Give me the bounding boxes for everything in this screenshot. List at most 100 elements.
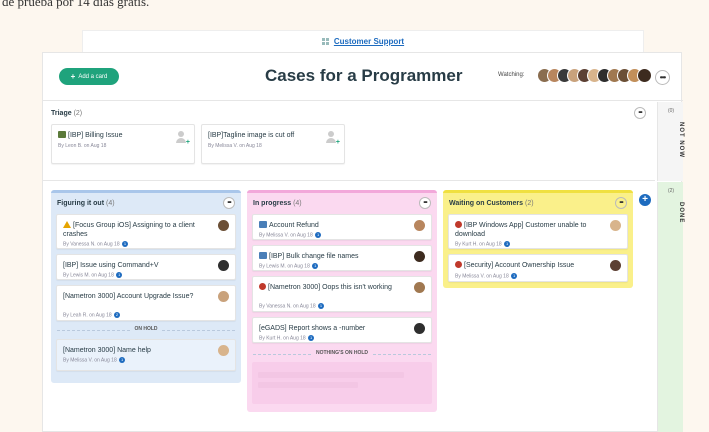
notification-badge: 1 (511, 273, 518, 279)
person-add-icon[interactable]: + (176, 131, 190, 146)
ticket-icon (259, 221, 267, 228)
triage-card[interactable]: [IBP]Tagline image is cut off By Melissa… (201, 124, 345, 164)
card-title: [Nametron 3000] Name help (63, 347, 151, 354)
card-meta: By Lewis M. on Aug 18 1 (259, 263, 319, 270)
avatar (218, 345, 229, 356)
notification-badge: 1 (318, 303, 325, 309)
column-count: (0) (667, 108, 675, 114)
on-hold-divider: ON HOLD (57, 326, 235, 334)
column-title: In progress (4) (253, 200, 302, 207)
column-count: (2) (667, 188, 675, 194)
avatar (414, 282, 425, 293)
on-hold-divider: NOTHING'S ON HOLD (253, 350, 431, 358)
person-add-icon[interactable]: + (326, 131, 340, 146)
triage-more-icon[interactable]: ••• (634, 107, 646, 119)
notification-badge: 2 (114, 312, 121, 318)
triage-section: Triage (2) ••• [IBP] Billing Issue By Le… (43, 102, 655, 181)
column-not-now[interactable]: (0) NOT NOW (657, 102, 684, 181)
board-header: + Add a card Cases for a Programmer Watc… (43, 53, 683, 101)
notification-badge: 1 (312, 263, 319, 269)
list-item[interactable]: [IBP] Issue using Command+V By Lewis M. … (56, 254, 236, 280)
card-title: [eGADS] Report shows a -number (259, 325, 366, 332)
avatar (414, 251, 425, 262)
column-figuring-it-out: Figuring it out (4) ••• [Focus Group iOS… (51, 190, 241, 383)
avatar (218, 291, 229, 302)
list-item[interactable]: [Nametron 3000] Account Upgrade Issue? B… (56, 285, 236, 321)
grid-icon (321, 37, 330, 46)
triage-count: (2) (73, 110, 83, 117)
avatar (414, 323, 425, 334)
avatar (610, 220, 621, 231)
column-label: NOT NOW (678, 122, 684, 158)
add-column-button[interactable]: + (639, 194, 651, 206)
card-title: [Nametron 3000] Oops this isn't working (259, 283, 409, 292)
avatar (610, 260, 621, 271)
add-card-label: Add a card (78, 73, 108, 80)
notification-badge: 1 (119, 357, 126, 363)
ticket-icon (58, 131, 66, 138)
card-meta: By Vanessa N. on Aug 18 1 (259, 303, 325, 310)
card-title: [IBP]Tagline image is cut off (208, 132, 295, 139)
warning-icon (63, 221, 71, 228)
list-item[interactable]: Account Refund By Melissa V. on Aug 18 1 (252, 214, 432, 240)
column-more-icon[interactable]: ••• (419, 197, 431, 209)
column-more-icon[interactable]: ••• (223, 197, 235, 209)
list-item[interactable]: [Nametron 3000] Name help By Melissa V. … (56, 339, 236, 371)
card-title: [Nametron 3000] Account Upgrade Issue? (63, 293, 194, 300)
notification-badge: 1 (116, 272, 123, 278)
bug-icon (455, 261, 462, 268)
column-label: DONE (678, 202, 684, 224)
add-card-button[interactable]: + Add a card (59, 68, 119, 85)
list-item[interactable]: [IBP Windows App] Customer unable to dow… (448, 214, 628, 249)
placeholder-bar (258, 382, 358, 388)
card-meta: By Leon B. on Aug 18 (58, 143, 107, 149)
column-more-icon[interactable]: ••• (615, 197, 627, 209)
card-table: + Add a card Cases for a Programmer Watc… (42, 52, 684, 432)
card-meta: By Lewis M. on Aug 18 1 (63, 272, 123, 279)
triage-card[interactable]: [IBP] Billing Issue By Leon B. on Aug 18… (51, 124, 195, 164)
list-item[interactable]: [Focus Group iOS] Assigning to a client … (56, 214, 236, 249)
column-title: Figuring it out (4) (57, 200, 115, 207)
card-meta: By Melissa V. on Aug 18 1 (63, 357, 126, 364)
on-hold-dropzone[interactable] (252, 362, 432, 404)
project-link[interactable]: Customer Support (334, 37, 404, 46)
column-waiting-on-customers: Waiting on Customers (2) ••• [IBP Window… (443, 190, 633, 288)
list-item[interactable]: [eGADS] Report shows a -number By Kurt H… (252, 317, 432, 343)
bug-icon (259, 283, 266, 290)
column-in-progress: In progress (4) ••• Account Refund By Me… (247, 190, 437, 412)
triage-title-text: Triage (51, 110, 72, 117)
avatar[interactable] (637, 68, 652, 83)
column-done[interactable]: (2) DONE (657, 182, 684, 432)
list-item[interactable]: [Security] Account Ownership Issue By Me… (448, 254, 628, 282)
page-title: Cases for a Programmer (265, 66, 463, 85)
card-meta: By Melissa V. on Aug 18 1 (455, 273, 518, 280)
card-meta: By Kurt H. on Aug 18 1 (259, 335, 315, 342)
bug-icon (455, 221, 462, 228)
plus-icon: + (70, 72, 76, 81)
avatar (218, 260, 229, 271)
avatar (218, 220, 229, 231)
ticket-icon (259, 252, 267, 259)
card-title: [IBP] Bulk change file names (259, 252, 359, 261)
card-meta: By Leah R. on Aug 18 2 (63, 312, 121, 319)
avatar (414, 220, 425, 231)
card-title: [Security] Account Ownership Issue (455, 261, 574, 270)
list-item[interactable]: [IBP] Bulk change file names By Lewis M.… (252, 245, 432, 271)
column-title: Waiting on Customers (2) (449, 200, 534, 207)
card-meta: By Vanessa N. on Aug 18 1 (63, 241, 129, 248)
notification-badge: 1 (122, 241, 129, 247)
notification-badge: 1 (504, 241, 511, 247)
watchers-avatars[interactable] (537, 68, 652, 84)
card-title: [IBP] Issue using Command+V (63, 262, 159, 269)
placeholder-bar (258, 372, 404, 378)
watching-label: Watching: (498, 72, 525, 78)
notification-badge: 1 (308, 335, 315, 341)
board-more-icon[interactable]: ••• (655, 70, 670, 85)
top-caption: de prueba por 14 días gratis. (2, 0, 150, 9)
list-item[interactable]: [Nametron 3000] Oops this isn't working … (252, 276, 432, 312)
card-meta: By Kurt H. on Aug 18 1 (455, 241, 511, 248)
card-meta: By Melissa V. on Aug 18 (208, 143, 262, 149)
notification-badge: 1 (315, 232, 322, 238)
card-title: Account Refund (259, 221, 319, 230)
card-title: [Focus Group iOS] Assigning to a client … (63, 221, 195, 238)
